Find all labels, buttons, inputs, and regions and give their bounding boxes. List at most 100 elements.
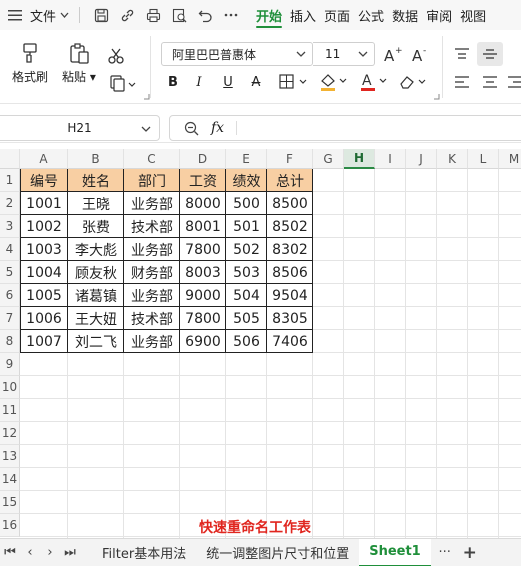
border-icon[interactable] [278,72,312,92]
table-cell[interactable]: 7800 [180,307,226,330]
undo-icon[interactable] [194,4,216,26]
last-sheet-icon[interactable]: ⏭ [60,545,80,560]
row-header-3[interactable]: 3 [0,215,20,238]
table-cell[interactable]: 顾友秋 [68,261,124,284]
table-cell[interactable]: 业务部 [124,330,180,353]
table-header-cell[interactable]: 部门 [124,169,180,192]
row-header-13[interactable]: 13 [0,445,20,468]
more-icon[interactable] [220,4,242,26]
sheet-tab-filter[interactable]: Filter基本用法 [92,539,196,566]
table-cell[interactable]: 1001 [20,192,68,215]
row-header-2[interactable]: 2 [0,192,20,215]
tab-page[interactable]: 页面 [320,0,354,30]
table-cell[interactable]: 李大彪 [68,238,124,261]
zoom-icon[interactable] [184,121,199,136]
table-cell[interactable]: 9000 [180,284,226,307]
row-header-15[interactable]: 15 [0,491,20,514]
row-header-14[interactable]: 14 [0,468,20,491]
column-header-i[interactable]: I [375,149,406,169]
cut-icon[interactable] [104,44,128,68]
table-cell[interactable]: 技术部 [124,215,180,238]
column-header-g[interactable]: G [313,149,344,169]
align-middle-icon[interactable] [477,42,503,66]
column-header-h[interactable]: H [344,149,375,169]
table-cell[interactable]: 8302 [267,238,313,261]
row-header-9[interactable]: 9 [0,353,20,376]
table-cell[interactable]: 7800 [180,238,226,261]
tab-data[interactable]: 数据 [388,0,422,30]
row-header-7[interactable]: 7 [0,307,20,330]
tab-view[interactable]: 视图 [456,0,490,30]
align-center-icon[interactable] [480,72,500,92]
table-cell[interactable]: 503 [226,261,267,284]
format-painter-button[interactable]: 格式刷 [12,42,48,85]
table-cell[interactable]: 诸葛镇 [68,284,124,307]
table-cell[interactable]: 502 [226,238,267,261]
align-right-icon[interactable] [505,72,521,92]
table-cell[interactable]: 8502 [267,215,313,238]
column-header-d[interactable]: D [180,149,226,169]
table-cell[interactable]: 1002 [20,215,68,238]
table-cell[interactable]: 业务部 [124,238,180,261]
select-all-corner[interactable] [0,149,20,169]
file-menu[interactable]: 文件 [30,6,69,25]
dialog-launcher-icon[interactable] [142,92,150,100]
link-icon[interactable] [116,4,138,26]
row-header-11[interactable]: 11 [0,399,20,422]
font-name-select[interactable]: 阿里巴巴普惠体 [161,42,313,66]
row-header-1[interactable]: 1 [0,169,20,192]
table-cell[interactable]: 刘二飞 [68,330,124,353]
table-cell[interactable]: 501 [226,215,267,238]
table-cell[interactable]: 8001 [180,215,226,238]
column-header-c[interactable]: C [124,149,180,169]
increase-font-icon[interactable]: A + [383,44,403,64]
table-header-cell[interactable]: 姓名 [68,169,124,192]
column-header-a[interactable]: A [20,149,68,169]
table-cell[interactable]: 业务部 [124,284,180,307]
table-header-cell[interactable]: 编号 [20,169,68,192]
row-header-10[interactable]: 10 [0,376,20,399]
table-cell[interactable]: 张费 [68,215,124,238]
table-header-cell[interactable]: 总计 [267,169,313,192]
font-color-icon[interactable]: A [358,70,392,94]
table-header-cell[interactable]: 绩效 [226,169,267,192]
hamburger-icon[interactable] [4,4,26,26]
clear-format-icon[interactable] [397,72,431,92]
table-cell[interactable]: 1006 [20,307,68,330]
row-header-12[interactable]: 12 [0,422,20,445]
italic-icon[interactable]: I [189,72,209,92]
spreadsheet-grid[interactable]: A B C D E F G H I J K L M 1 2 3 4 5 6 7 8 9 10 11 12 13 14 15 16 编号 姓名… [0,149,521,538]
prev-sheet-icon[interactable]: ‹ [20,545,40,560]
name-box[interactable]: H21 [0,115,160,141]
table-cell[interactable]: 1007 [20,330,68,353]
copy-icon[interactable] [108,74,138,94]
row-header-6[interactable]: 6 [0,284,20,307]
table-cell[interactable]: 8003 [180,261,226,284]
table-cell[interactable]: 506 [226,330,267,353]
save-icon[interactable] [90,4,112,26]
print-preview-icon[interactable] [168,4,190,26]
tab-insert[interactable]: 插入 [286,0,320,30]
row-header-4[interactable]: 4 [0,238,20,261]
sheet-tab-resize-images[interactable]: 统一调整图片尺寸和位置 [196,539,359,566]
table-cell[interactable]: 6900 [180,330,226,353]
table-cell[interactable]: 8305 [267,307,313,330]
table-cell[interactable]: 1004 [20,261,68,284]
table-cell[interactable]: 8000 [180,192,226,215]
column-header-b[interactable]: B [68,149,124,169]
print-icon[interactable] [142,4,164,26]
column-header-f[interactable]: F [267,149,313,169]
dialog-launcher-icon[interactable] [432,92,440,100]
paste-button[interactable]: 粘贴 ▾ [62,42,96,85]
table-cell[interactable]: 财务部 [124,261,180,284]
tab-review[interactable]: 审阅 [422,0,456,30]
fx-icon[interactable]: fx [211,120,224,136]
table-cell[interactable]: 9504 [267,284,313,307]
bold-icon[interactable]: B [163,72,183,92]
align-left-icon[interactable] [452,72,472,92]
column-header-e[interactable]: E [226,149,267,169]
table-cell[interactable]: 500 [226,192,267,215]
column-header-k[interactable]: K [437,149,468,169]
decrease-font-icon[interactable]: A- [411,44,431,64]
table-cell[interactable]: 王大妞 [68,307,124,330]
